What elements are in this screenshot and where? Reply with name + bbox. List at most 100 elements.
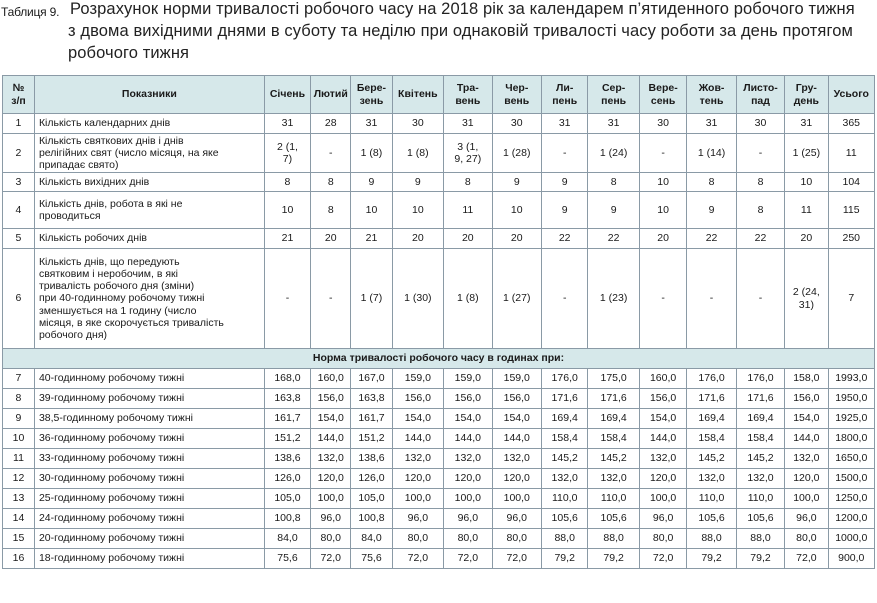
cell-text-line: припадає свято)	[38, 159, 119, 172]
value-cell: 1 (25)	[784, 133, 829, 173]
cell-text-line: вень	[504, 94, 530, 107]
value-cell: 1 (14)	[686, 133, 737, 173]
value-cell: 120,0	[491, 468, 543, 489]
indicator-name: 38,5-годинному робочому тижні	[33, 408, 265, 429]
value-cell: 20	[491, 228, 543, 249]
cell-text-line: №	[12, 82, 25, 95]
value-cell: -	[310, 133, 352, 173]
value-cell: 2 (1, 7)	[263, 133, 312, 173]
indicator-name: 20-годинному робочому тижні	[33, 528, 265, 549]
value-cell: 100,0	[310, 488, 352, 509]
cell-text-line: Жов-	[698, 82, 725, 95]
cell-text-line: 1 (8)	[360, 146, 383, 159]
value-cell: 80,0	[491, 528, 543, 549]
value-cell: 75,6	[263, 548, 312, 569]
header-cell: Листо-пад	[735, 75, 786, 114]
value-cell: 96,0	[638, 508, 688, 529]
cell-text-line: Листо-	[743, 82, 778, 95]
cell-text-line: робочого дня)	[38, 329, 108, 341]
cell-text-line: Гру-	[795, 82, 817, 95]
value-cell: 154,0	[310, 408, 352, 429]
value-cell: 1500,0	[827, 468, 875, 489]
value-cell: 171,6	[735, 388, 786, 409]
value-cell: 156,0	[638, 388, 688, 409]
indicator-name: Кількість днів, що передують святковим і …	[33, 248, 265, 349]
cell-text-line: Лютий	[313, 88, 348, 101]
cell-text-line: 8	[327, 175, 334, 188]
value-cell: 21	[350, 228, 393, 249]
value-cell: 1925,0	[827, 408, 875, 429]
cell-text-line: 22	[754, 232, 767, 245]
cell-text-line: Бере-	[356, 82, 387, 95]
value-cell: 169,4	[735, 408, 786, 429]
value-cell: 30	[491, 113, 543, 134]
table-row: 3 Кількість вихідних днів 8 8 9 9 8 9 9 8 10 8 8 10 10…	[2, 172, 875, 192]
cell-text-line: день	[793, 94, 820, 107]
norm-rows: 7 40-годинному робочому тижні 168,0 160,0 16…	[2, 368, 875, 569]
indicator-name: 30-годинному робочому тижні	[33, 468, 265, 489]
cell-text-line: 9	[513, 175, 520, 188]
value-cell: 72,0	[784, 548, 829, 569]
cell-text-line: зменшується на 1 годину (число	[38, 304, 197, 317]
header-cell: Бере-зень	[350, 75, 393, 114]
indicator-name: 36-годинному робочому тижні	[33, 428, 265, 449]
header-cell: Вере-сень	[638, 75, 688, 114]
value-cell: 72,0	[491, 548, 543, 569]
cell-text-line: 1 (7)	[360, 292, 383, 305]
value-cell: 120,0	[391, 468, 445, 489]
value-cell: 154,0	[784, 408, 829, 429]
cell-text-line: -	[709, 292, 714, 305]
value-cell: 132,0	[587, 468, 640, 489]
value-cell: 8	[735, 172, 786, 192]
value-cell: 176,0	[686, 368, 737, 389]
value-cell: 151,2	[263, 428, 312, 449]
value-cell: 176,0	[540, 368, 589, 389]
value-cell: 80,0	[638, 528, 688, 549]
cell-text-line: 9, 27)	[454, 153, 482, 165]
cell-text-line: 22	[705, 232, 718, 245]
value-cell: 1650,0	[827, 448, 875, 469]
row-number: 10	[2, 428, 35, 449]
indicator-name: Кількість вихідних днів	[33, 172, 265, 192]
indicator-name: 40-годинному робочому тижні	[33, 368, 265, 389]
value-cell: 10	[491, 191, 543, 229]
value-cell: 132,0	[540, 468, 589, 489]
header-cell: Тра-вень	[443, 75, 493, 114]
row-number: 3	[2, 172, 35, 192]
table-row: 2 Кількість святкових днів і днів релігійн…	[2, 133, 875, 173]
value-cell: 1 (23)	[587, 248, 640, 349]
value-cell: 10	[638, 172, 688, 192]
value-cell: 30	[391, 113, 445, 134]
row-number: 14	[2, 508, 35, 529]
value-cell: 171,6	[587, 388, 640, 409]
value-cell: 10	[263, 191, 312, 229]
value-cell: 1 (8)	[391, 133, 445, 173]
cell-text-line: 3 (1,	[457, 140, 479, 153]
value-cell: 171,6	[686, 388, 737, 409]
cell-text-line: 9	[561, 175, 568, 188]
cell-text-line: 1 (8)	[407, 146, 429, 159]
table-row: 5 Кількість робочих днів 21 20 21 20 20 20 22 22 2…	[2, 228, 875, 249]
cell-text-line: 1 (25)	[792, 146, 821, 159]
value-cell: 132,0	[391, 448, 445, 469]
value-cell: 3 (1, 9, 27)	[443, 133, 493, 173]
value-cell: 100,0	[443, 488, 493, 509]
value-cell: 163,8	[263, 388, 312, 409]
header-cell: № з/п	[2, 75, 35, 114]
value-cell: 104	[827, 172, 875, 192]
value-cell: 11	[784, 191, 829, 229]
table-row: 13 25-годинному робочому тижні 105,0 100,0 1…	[2, 488, 875, 509]
value-cell: 154,0	[638, 408, 688, 429]
table-row: 1 Кількість календарних днів 31 28 31 30 31 30 3…	[2, 113, 875, 134]
value-cell: 9	[491, 172, 543, 192]
value-cell: 144,0	[784, 428, 829, 449]
cell-text-line: сень	[650, 94, 676, 107]
value-cell: 22	[587, 228, 640, 249]
value-cell: 145,2	[540, 448, 589, 469]
cell-text-line: -	[285, 292, 290, 305]
value-cell: 20	[443, 228, 493, 249]
header-cell: Гру-день	[784, 75, 829, 114]
cell-text-line: Усього	[833, 88, 869, 101]
cell-text-line: 7	[848, 292, 855, 305]
value-cell: 21	[263, 228, 312, 249]
